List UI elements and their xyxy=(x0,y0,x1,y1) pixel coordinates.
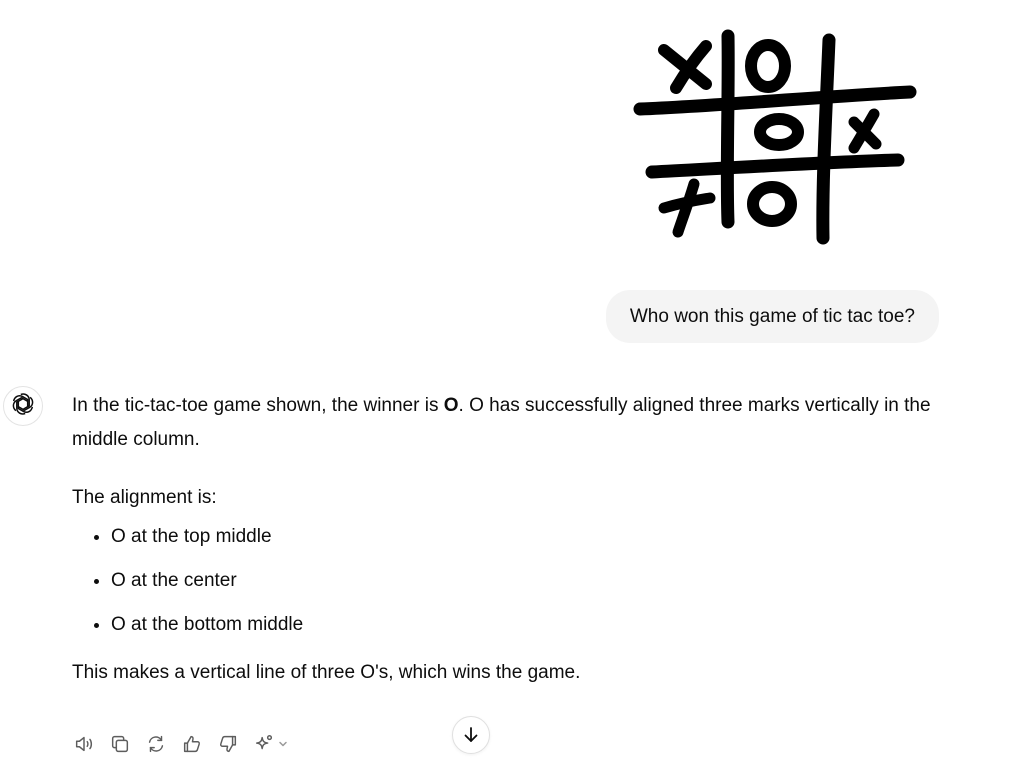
thumbs-down-button[interactable] xyxy=(217,733,239,755)
copy-icon xyxy=(111,735,129,753)
model-switch-button[interactable] xyxy=(253,733,289,755)
list-item: O at the center xyxy=(111,564,952,598)
copy-button[interactable] xyxy=(109,733,131,755)
user-message-text: Who won this game of tic tac toe? xyxy=(629,305,915,327)
alignment-list: O at the top middle O at the center O at… xyxy=(72,520,952,642)
scroll-to-bottom-button[interactable] xyxy=(452,716,490,754)
openai-logo-icon xyxy=(11,392,35,421)
thumbs-up-button[interactable] xyxy=(181,733,203,755)
uploaded-tic-tac-toe-image[interactable] xyxy=(628,22,924,258)
winner-mark: O xyxy=(443,395,459,416)
model-switch-icon xyxy=(255,735,273,750)
message-actions xyxy=(73,733,289,755)
arrow-down-icon xyxy=(464,727,478,742)
assistant-conclusion: This makes a vertical line of three O's,… xyxy=(72,662,581,683)
assistant-message: In the tic-tac-toe game shown, the winne… xyxy=(72,389,952,690)
thumbs-down-icon xyxy=(219,735,237,753)
regenerate-icon xyxy=(148,735,164,753)
assistant-avatar xyxy=(3,386,43,426)
assistant-intro-paragraph: In the tic-tac-toe game shown, the winne… xyxy=(72,395,931,450)
list-item: O at the bottom middle xyxy=(111,608,952,642)
regenerate-button[interactable] xyxy=(145,733,167,755)
read-aloud-button[interactable] xyxy=(73,733,95,755)
user-message-bubble: Who won this game of tic tac toe? xyxy=(605,290,939,343)
thumbs-up-icon xyxy=(183,735,201,753)
alignment-label: The alignment is: xyxy=(72,487,217,508)
read-aloud-icon xyxy=(75,736,93,752)
chevron-down-icon xyxy=(279,741,287,747)
list-item: O at the top middle xyxy=(111,520,952,554)
